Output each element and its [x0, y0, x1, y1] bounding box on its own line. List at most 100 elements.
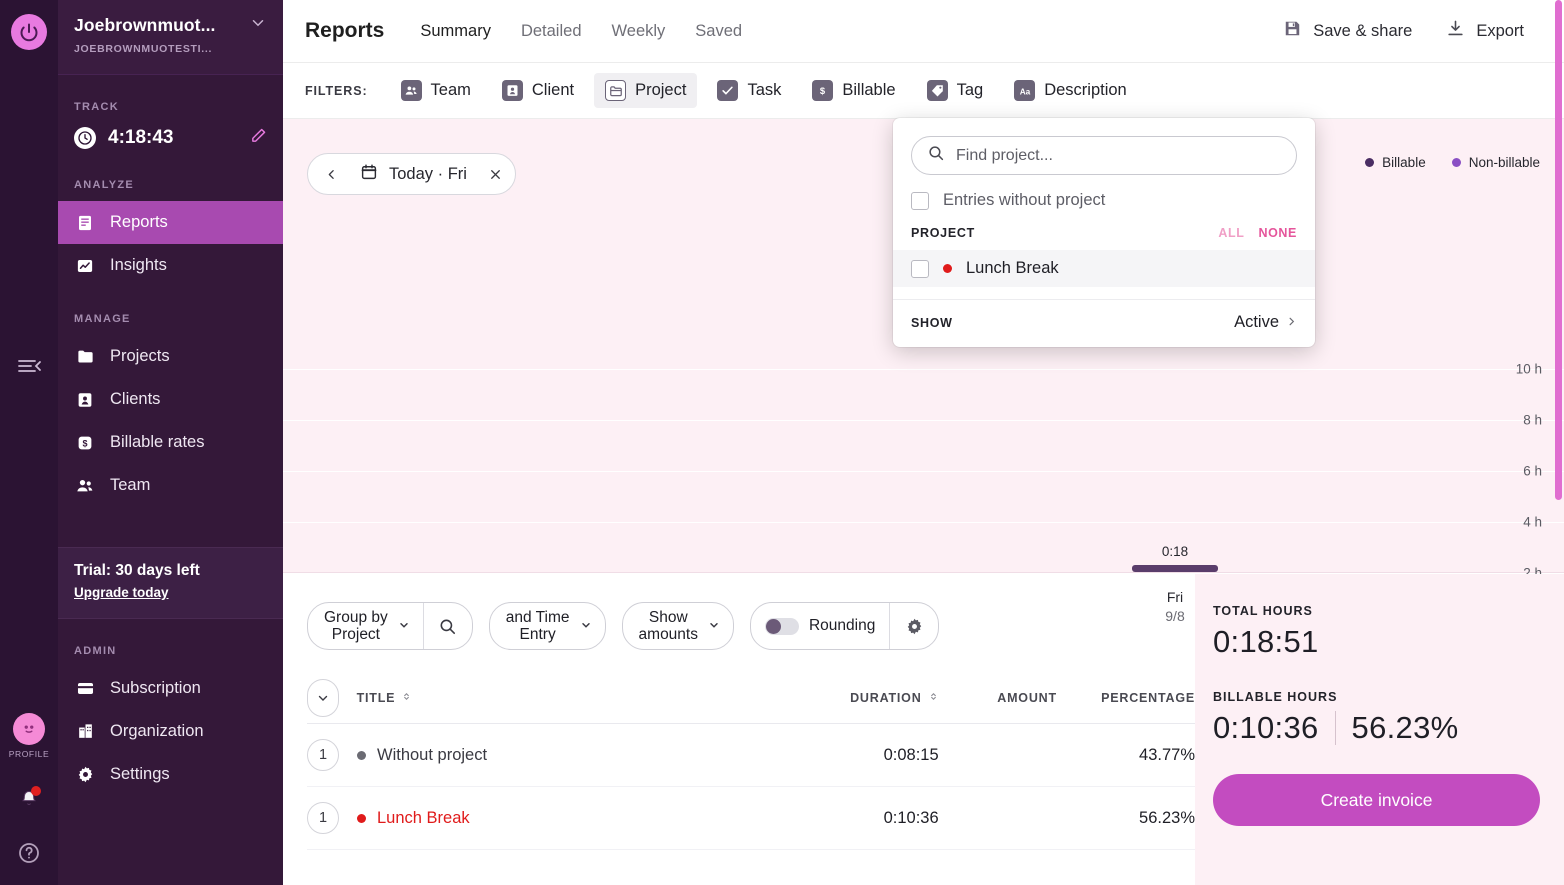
- sidebar-item-reports[interactable]: Reports: [58, 201, 283, 244]
- filter-tag[interactable]: Tag: [916, 73, 995, 108]
- upgrade-link[interactable]: Upgrade today: [74, 585, 169, 600]
- gear-icon[interactable]: [890, 617, 938, 636]
- y-tick-10h: 10 h: [1516, 362, 1542, 377]
- group-by-line2: Project: [332, 626, 380, 643]
- filter-bar: FILTERS: Team Client Project: [283, 63, 1564, 119]
- filter-label: Task: [747, 81, 781, 100]
- collapse-sidebar-icon[interactable]: [12, 352, 46, 380]
- section-manage: MANAGE: [58, 313, 283, 325]
- chevron-down-icon[interactable]: [249, 14, 267, 37]
- top-actions: Save & share Export: [1283, 19, 1564, 43]
- tab-saved[interactable]: Saved: [695, 22, 742, 41]
- create-invoice-button[interactable]: Create invoice: [1213, 774, 1540, 826]
- sidebar-item-settings[interactable]: Settings: [58, 753, 283, 796]
- show-value-label: Active: [1234, 313, 1279, 332]
- expand-all-button[interactable]: [307, 679, 339, 717]
- checkbox[interactable]: [911, 192, 929, 210]
- card-icon: [74, 678, 96, 700]
- table-row[interactable]: 1 Without project 0:08:15 43.77%: [307, 724, 1195, 787]
- amounts-line2: amounts: [639, 626, 698, 643]
- svg-text:$: $: [82, 438, 87, 448]
- group-by-select[interactable]: Group by Project: [308, 609, 423, 644]
- billable-hours-value: 0:10:36: [1213, 710, 1319, 746]
- tab-weekly[interactable]: Weekly: [612, 22, 666, 41]
- chart-bar[interactable]: [1132, 565, 1218, 572]
- select-none-button[interactable]: NONE: [1258, 226, 1297, 240]
- org-header[interactable]: Joebrownmuot... JOEBROWNMUOTESTI...: [58, 0, 283, 75]
- avatar[interactable]: [13, 713, 45, 745]
- column-header-duration[interactable]: DURATION: [781, 691, 939, 705]
- row-percentage: 56.23%: [1057, 809, 1195, 828]
- filter-project[interactable]: Project: [594, 73, 697, 108]
- description-filter-icon: Aa: [1014, 80, 1035, 101]
- filter-team[interactable]: Team: [390, 73, 482, 108]
- timer-row[interactable]: 4:18:43: [58, 123, 283, 153]
- app-logo-icon[interactable]: [11, 14, 47, 50]
- close-icon[interactable]: [481, 159, 511, 189]
- legend-non-billable-dot: [1452, 158, 1461, 167]
- toggle-switch[interactable]: [765, 618, 799, 635]
- show-amounts-select[interactable]: Show amounts: [623, 609, 733, 644]
- rounding-toggle[interactable]: Rounding: [751, 617, 889, 635]
- sort-icon: [928, 691, 939, 705]
- column-header-title[interactable]: TITLE: [357, 691, 781, 705]
- rounding-control: Rounding: [750, 602, 939, 650]
- filter-label: Client: [532, 81, 574, 100]
- filters-label: FILTERS:: [305, 84, 368, 98]
- filter-billable[interactable]: $ Billable: [801, 73, 906, 108]
- subgroup-select[interactable]: and Time Entry: [490, 609, 605, 644]
- export-button[interactable]: Export: [1446, 19, 1524, 43]
- sidebar-item-clients[interactable]: Clients: [58, 378, 283, 421]
- entries-without-project-row[interactable]: Entries without project: [893, 175, 1315, 222]
- edit-timer-icon[interactable]: [250, 127, 267, 149]
- date-range-selector[interactable]: Today · Fri: [307, 153, 516, 195]
- sidebar-item-subscription[interactable]: Subscription: [58, 667, 283, 710]
- project-option-lunch-break[interactable]: Lunch Break: [893, 250, 1315, 287]
- tab-summary[interactable]: Summary: [420, 22, 491, 41]
- chevron-left-icon[interactable]: [316, 159, 346, 189]
- dollar-icon: $: [74, 432, 96, 454]
- building-icon: [74, 721, 96, 743]
- checkbox[interactable]: [911, 260, 929, 278]
- export-label: Export: [1476, 22, 1524, 41]
- show-filter-value[interactable]: Active: [1234, 313, 1297, 332]
- help-icon[interactable]: [15, 839, 43, 867]
- svg-text:$: $: [820, 86, 826, 96]
- chart-bar-group[interactable]: 0:18: [1132, 544, 1218, 572]
- column-header-percentage[interactable]: PERCENTAGE: [1057, 691, 1195, 705]
- profile-block[interactable]: PROFILE: [9, 713, 50, 759]
- search-icon[interactable]: [424, 617, 472, 636]
- group-by-line1: Group by: [324, 609, 388, 626]
- search-input[interactable]: [956, 147, 1281, 165]
- save-share-button[interactable]: Save & share: [1283, 19, 1412, 43]
- total-hours-value: 0:18:51: [1213, 624, 1540, 660]
- filter-task[interactable]: Task: [706, 73, 792, 108]
- page-scrollbar[interactable]: [1555, 0, 1562, 500]
- sidebar-item-projects[interactable]: Projects: [58, 335, 283, 378]
- table-row[interactable]: 1 Lunch Break 0:10:36 56.23%: [307, 787, 1195, 850]
- sidebar-item-label: Team: [110, 476, 150, 495]
- date-range-value[interactable]: Today · Fri: [346, 163, 481, 186]
- filter-description[interactable]: Aa Description: [1003, 73, 1138, 108]
- section-admin: ADMIN: [58, 645, 283, 657]
- project-search-box[interactable]: [911, 136, 1297, 175]
- notifications-bell-icon[interactable]: [15, 785, 43, 813]
- clock-icon: [74, 127, 96, 149]
- sidebar-item-label: Insights: [110, 256, 167, 275]
- filter-client[interactable]: Client: [491, 73, 585, 108]
- sidebar-item-billable-rates[interactable]: $ Billable rates: [58, 421, 283, 464]
- column-header-amount[interactable]: AMOUNT: [939, 691, 1057, 705]
- legend-non-billable[interactable]: Non-billable: [1452, 155, 1540, 170]
- billable-hours-label: BILLABLE HOURS: [1213, 690, 1540, 704]
- entries-without-project-label: Entries without project: [943, 191, 1105, 210]
- sidebar-item-team[interactable]: Team: [58, 464, 283, 507]
- select-all-button[interactable]: ALL: [1218, 226, 1244, 240]
- calendar-icon: [360, 163, 378, 186]
- org-subtitle: JOEBROWNMUOTESTI...: [74, 43, 267, 55]
- filter-label: Project: [635, 81, 686, 100]
- legend-billable[interactable]: Billable: [1365, 155, 1426, 170]
- tab-detailed[interactable]: Detailed: [521, 22, 582, 41]
- sidebar-item-organization[interactable]: Organization: [58, 710, 283, 753]
- report-toolbar: Group by Project: [307, 602, 1195, 650]
- sidebar-item-insights[interactable]: Insights: [58, 244, 283, 287]
